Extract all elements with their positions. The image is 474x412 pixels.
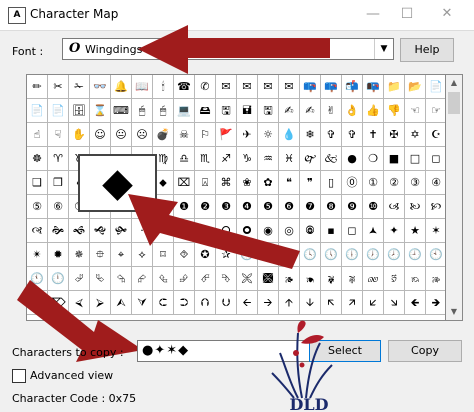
checkbox-box[interactable] <box>12 369 26 383</box>
copy-button[interactable]: Copy <box>388 340 462 362</box>
advanced-view-label: Advanced view <box>30 369 114 382</box>
arrow-to-zoom <box>128 194 300 269</box>
status-character-code: Character Code : 0x75 <box>12 392 137 405</box>
arrow-to-font <box>138 25 330 74</box>
characters-to-copy-label: Characters to copy : <box>12 346 124 359</box>
advanced-view-checkbox[interactable]: Advanced view <box>12 369 113 383</box>
logo-text: DLD <box>290 395 329 412</box>
dld-logo: DLD <box>271 320 333 412</box>
